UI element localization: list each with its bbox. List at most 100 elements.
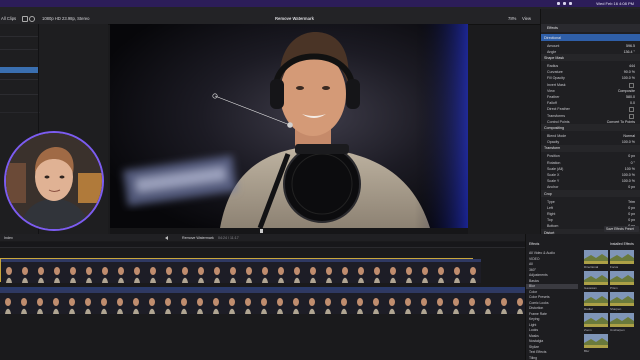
clip-thumbnail[interactable] <box>81 259 97 283</box>
clip-thumbnail[interactable] <box>160 290 176 314</box>
inspector-row-value[interactable]: 0 ° <box>631 161 635 165</box>
inspector-row-value[interactable]: 0.0 <box>630 101 635 105</box>
inspector-row-value[interactable]: 0 px <box>628 154 635 158</box>
clip-thumbnail[interactable] <box>16 290 32 314</box>
effect-thumbnail[interactable]: Blur <box>584 334 608 353</box>
clip-thumbnail[interactable] <box>193 259 209 283</box>
clip-thumbnail[interactable] <box>320 290 336 314</box>
clip-thumbnail[interactable] <box>64 290 80 314</box>
clip-thumbnail[interactable] <box>80 290 96 314</box>
clip-thumbnail[interactable] <box>305 259 321 283</box>
clip-thumbnail[interactable] <box>496 290 512 314</box>
clip-thumbnail[interactable] <box>289 259 305 283</box>
clip-thumbnail[interactable] <box>433 259 449 283</box>
play-icon[interactable] <box>260 229 264 233</box>
clip-thumbnail[interactable] <box>368 290 384 314</box>
clip-thumbnail[interactable] <box>161 259 177 283</box>
clip-thumbnail[interactable] <box>449 259 465 283</box>
effects-category-item[interactable]: Comic Looks <box>526 300 578 305</box>
clip-thumbnail[interactable] <box>240 290 256 314</box>
save-effects-preset-button[interactable]: Save Effects Preset <box>604 226 639 232</box>
effect-thumbnail[interactable]: Directional <box>584 250 608 269</box>
clip-thumbnail[interactable] <box>113 259 129 283</box>
clip-thumbnail[interactable] <box>209 259 225 283</box>
inspector-row-value[interactable]: 100.0 % <box>622 173 635 177</box>
clip-thumbnail[interactable] <box>288 290 304 314</box>
inspector-row-value[interactable]: 100.0 % <box>622 76 635 80</box>
clip-thumbnail[interactable] <box>17 259 33 283</box>
clip-thumbnail[interactable] <box>32 290 48 314</box>
effects-category-item[interactable]: VIDEO <box>526 256 578 261</box>
clip-thumbnail[interactable] <box>321 259 337 283</box>
clip-thumbnail[interactable] <box>256 290 272 314</box>
effects-category-item[interactable]: Color Presets <box>526 295 578 300</box>
effect-thumbnail[interactable]: Prism <box>610 271 634 290</box>
upper-clip-track[interactable] <box>0 258 481 283</box>
effect-thumbnail[interactable]: Zoom <box>584 313 608 332</box>
effects-category-item[interactable]: Text Effects <box>526 350 578 355</box>
clip-thumbnail[interactable] <box>176 290 192 314</box>
clip-thumbnail[interactable] <box>304 290 320 314</box>
clip-thumbnail[interactable] <box>369 259 385 283</box>
clip-thumbnail[interactable] <box>400 290 416 314</box>
inspector-row-value[interactable]: 0 px <box>628 212 635 216</box>
inspector-row-value[interactable]: 0 px <box>628 206 635 210</box>
inspector-row-value[interactable]: 596.5 <box>626 44 635 48</box>
zoom-menu[interactable]: 78% <box>508 16 516 21</box>
clip-thumbnail[interactable] <box>385 259 401 283</box>
clip-thumbnail[interactable] <box>353 259 369 283</box>
clip-thumbnail[interactable] <box>336 290 352 314</box>
index-button[interactable]: Index <box>4 236 13 240</box>
inspector-section-3[interactable]: Transform <box>541 144 640 152</box>
inspector-row-value[interactable]: Composite <box>618 89 635 93</box>
clip-thumbnail[interactable] <box>225 259 241 283</box>
effect-thumbnail[interactable]: Unsharpen <box>610 313 634 332</box>
clip-thumbnail[interactable] <box>337 259 353 283</box>
inspector-row-value[interactable]: 444 <box>629 64 635 68</box>
effects-category-item[interactable]: Distortion <box>526 306 578 311</box>
inspector-section-1[interactable]: Shape Mask <box>541 54 640 62</box>
inspector-row-value[interactable]: 90.0 % <box>624 70 635 74</box>
effect-thumbnail[interactable]: Focus <box>610 250 634 269</box>
inspector-row-value[interactable]: Trim <box>628 200 635 204</box>
effect-thumbnail[interactable]: Radial <box>584 292 608 311</box>
inspector-row-value[interactable]: 100.0 % <box>622 140 635 144</box>
inspector-section-4[interactable]: Crop <box>541 190 640 197</box>
grid-view-icon[interactable] <box>22 16 28 22</box>
inspector-row-value[interactable]: 136.4 ° <box>624 50 635 54</box>
timeline-ruler[interactable] <box>0 242 525 248</box>
clip-thumbnail[interactable] <box>224 290 240 314</box>
clip-thumbnail[interactable] <box>0 290 16 314</box>
clip-thumbnail[interactable] <box>97 259 113 283</box>
clip-thumbnail[interactable] <box>96 290 112 314</box>
clip-thumbnail[interactable] <box>432 290 448 314</box>
clip-thumbnail[interactable] <box>272 290 288 314</box>
view-menu[interactable]: View <box>522 16 531 21</box>
main-clip-track[interactable] <box>0 290 528 314</box>
effects-category-item[interactable]: Masks <box>526 333 578 338</box>
clip-thumbnail[interactable] <box>144 290 160 314</box>
inspector-row-value[interactable]: 0 px <box>628 218 635 222</box>
clip-thumbnail[interactable] <box>48 290 64 314</box>
effects-category-item[interactable]: Blur <box>526 283 578 289</box>
effects-category-item[interactable]: Nostalgia <box>526 339 578 344</box>
effects-category-item[interactable]: Light <box>526 322 578 327</box>
inspector-row-value[interactable]: 0 px <box>628 185 635 189</box>
inspector-row-value[interactable]: 100 % <box>625 167 635 171</box>
clip-thumbnail[interactable] <box>145 259 161 283</box>
clip-thumbnail[interactable] <box>448 290 464 314</box>
clip-thumbnail[interactable] <box>128 290 144 314</box>
effect-thumbnail[interactable]: Sharpen <box>610 292 634 311</box>
clip-thumbnail[interactable] <box>192 290 208 314</box>
clip-thumbnail[interactable] <box>464 290 480 314</box>
clip-thumbnail[interactable] <box>480 290 496 314</box>
clip-thumbnail[interactable] <box>416 290 432 314</box>
inspector-section-0[interactable]: Directional <box>541 34 640 41</box>
inspector-row-value[interactable]: Convert To Points <box>607 120 635 124</box>
clip-thumbnail[interactable] <box>417 259 433 283</box>
effects-category-item[interactable]: All <box>526 262 578 267</box>
battery-icon[interactable] <box>563 2 566 5</box>
inspector-row-value[interactable]: 100.0 % <box>622 179 635 183</box>
inspector-row-value[interactable]: Normal <box>623 134 635 138</box>
inspector-section-2[interactable]: Compositing <box>541 124 640 132</box>
